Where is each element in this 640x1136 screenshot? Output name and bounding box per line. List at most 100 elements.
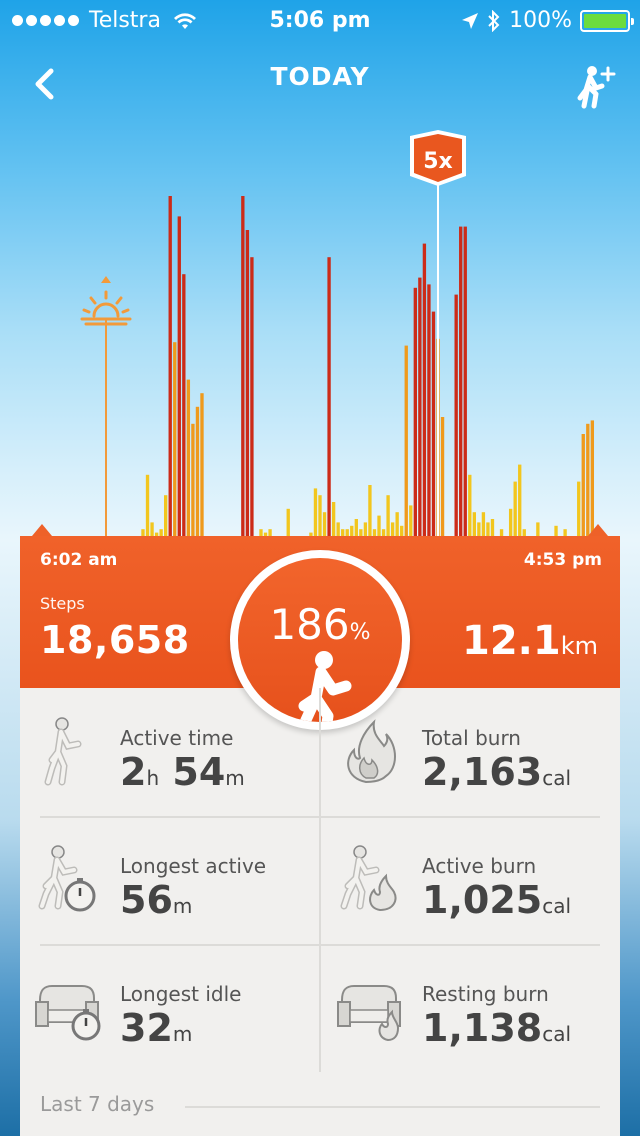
activity-bar [327, 257, 331, 536]
goal-value: 186 [269, 600, 350, 649]
activity-bar [141, 529, 145, 536]
activity-bar [250, 257, 254, 536]
stat-value: 1,138cal [422, 1006, 571, 1050]
daily-summary-card: 6:02 am 4:53 pm Steps 18,658 12.1km 186%… [20, 524, 620, 1136]
activity-bar [508, 508, 513, 536]
distance-unit: km [560, 632, 598, 660]
stat-number: 54 [172, 750, 226, 794]
activity-bar [173, 342, 177, 536]
stat-number: 1,025 [422, 878, 543, 922]
stat-number: 56 [120, 878, 173, 922]
stat-unit: h [146, 766, 160, 790]
activity-bar [195, 406, 200, 536]
stat-total-burn[interactable]: Total burn 2,163cal [322, 688, 602, 816]
last-7-days-divider [185, 1106, 600, 1108]
activity-bar [518, 464, 522, 536]
activity-bar [168, 196, 172, 536]
activity-bar [477, 522, 481, 536]
activity-bar [431, 311, 436, 536]
stat-unit: cal [542, 766, 572, 790]
activity-bar [145, 474, 150, 536]
stat-number: 2,163 [422, 750, 543, 794]
activity-bar [318, 495, 322, 536]
activity-bar [586, 423, 590, 536]
stat-number: 1,138 [422, 1006, 543, 1050]
activity-bar [577, 481, 581, 536]
activity-bar [354, 519, 358, 536]
activity-bar [368, 485, 372, 536]
activity-bar [490, 519, 495, 536]
battery-icon [580, 9, 634, 32]
goal-unit: % [349, 620, 371, 645]
stat-number: 2 [120, 750, 147, 794]
end-marker [588, 524, 608, 536]
activity-bar [390, 522, 395, 536]
activity-bar [341, 529, 345, 536]
activity-bar [177, 216, 181, 536]
stat-active-burn[interactable]: Active burn 1,025cal [322, 816, 602, 944]
stat-unit: cal [542, 1022, 572, 1046]
activity-bar [150, 522, 154, 536]
stat-longest-active[interactable]: Longest active 56m [20, 816, 300, 944]
battery-percent: 100% [509, 8, 572, 33]
activity-bar [513, 481, 517, 536]
activity-bar [400, 525, 404, 536]
activity-bar [200, 393, 204, 536]
activity-bar [286, 508, 290, 536]
goal-percent: 186% [238, 600, 402, 649]
steps-value: 18,658 [40, 618, 190, 662]
activity-bar [336, 522, 340, 536]
activity-bar [413, 287, 417, 536]
activity-bar [186, 379, 191, 536]
activity-bar [241, 196, 245, 536]
activity-bar [404, 345, 408, 536]
status-right: 100% [461, 8, 634, 33]
stat-unit: m [225, 766, 245, 790]
activity-bar [345, 529, 349, 536]
activity-bar [259, 529, 263, 536]
activity-bar [463, 226, 467, 536]
stat-active-time[interactable]: Active time 2h 54m [20, 688, 300, 816]
longest-active-icon [38, 845, 96, 912]
multiplier-badge: 5x [423, 149, 453, 174]
activity-bar [359, 529, 363, 536]
activity-bar [468, 474, 472, 536]
stat-unit: m [172, 894, 193, 918]
stat-unit: cal [542, 894, 572, 918]
active-burn-icon [340, 845, 397, 912]
end-time: 4:53 pm [523, 550, 602, 570]
activity-bar [164, 495, 168, 536]
stat-resting-burn[interactable]: Resting burn 1,138cal [322, 944, 602, 1072]
sunrise-arrow-icon [101, 276, 111, 283]
start-time: 6:02 am [40, 550, 118, 570]
stat-label: Longest idle [120, 982, 242, 1006]
add-friend-button[interactable] [572, 62, 620, 110]
stat-number: 32 [120, 1006, 173, 1050]
stat-value: 56m [120, 878, 192, 922]
stat-longest-idle[interactable]: Longest idle 32m [20, 944, 300, 1072]
last-7-days-link[interactable]: Last 7 days [40, 1092, 154, 1116]
status-bar: Telstra 5:06 pm 100% [0, 0, 640, 40]
activity-bar [536, 522, 540, 536]
activity-bar [522, 529, 526, 536]
activity-chart[interactable]: 5x [0, 120, 640, 540]
stat-label: Active time [120, 726, 234, 750]
activity-bar [322, 512, 327, 536]
resting-burn-icon [337, 985, 401, 1042]
activity-bar [590, 420, 595, 536]
activity-bar [268, 529, 272, 536]
activity-bar [377, 515, 381, 536]
activity-bar [454, 294, 458, 536]
page-title: TODAY [270, 62, 370, 91]
bluetooth-icon [488, 9, 500, 32]
active-time-icon [44, 717, 82, 786]
longest-idle-icon [35, 985, 101, 1041]
stat-unit: m [172, 1022, 193, 1046]
activity-bar [395, 512, 399, 536]
activity-bar [191, 423, 195, 536]
activity-bar [486, 522, 490, 536]
stat-value: 32m [120, 1006, 192, 1050]
distance: 12.1km [462, 618, 598, 664]
activity-bar [245, 230, 250, 536]
activity-bar [563, 529, 567, 536]
